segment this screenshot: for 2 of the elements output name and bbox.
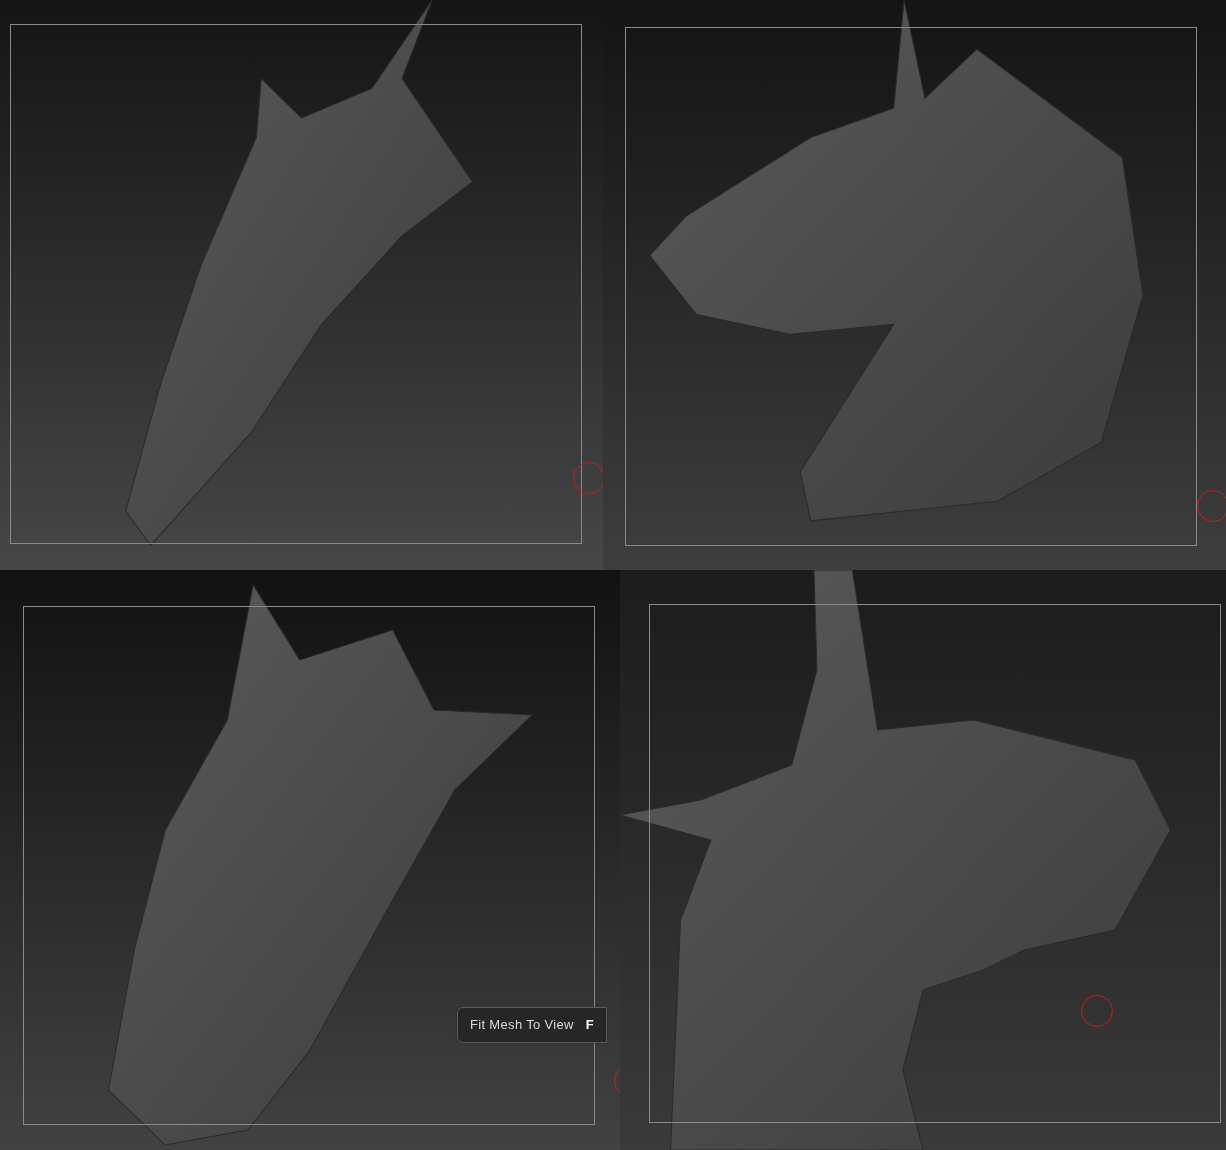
tooltip-label: Fit Mesh To View — [470, 1016, 574, 1035]
shortcut-key: F — [585, 1015, 594, 1035]
